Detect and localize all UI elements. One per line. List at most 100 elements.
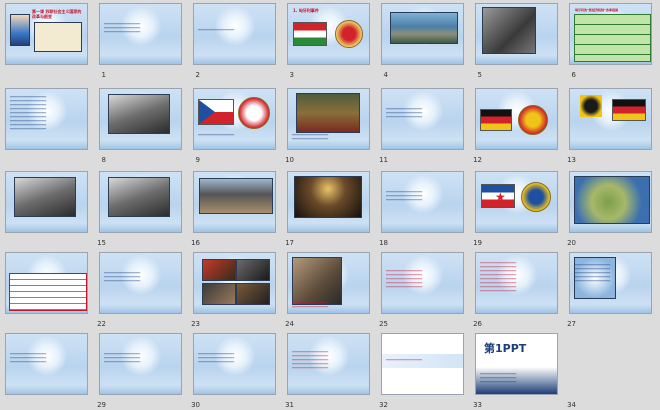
brand-footer-text: ━━━━━━━━━━━━━━━━━━━━ ━━━━━━━━━━━━━━━━━━━… [480, 372, 517, 384]
slide-number: 12 [473, 156, 482, 164]
slide-thumbnail-17[interactable] [193, 171, 276, 233]
slide-number: 3 [289, 71, 294, 79]
slide-thumbnail-19[interactable]: ━━━━━━━━━━━━━━━━━━━━ ━━━━━━━━━━━━━━━━━━━… [381, 171, 464, 233]
bottom-ribbon [570, 140, 651, 149]
slide-heading: 1. 匈牙利事件 [293, 8, 319, 13]
bottom-ribbon [100, 304, 181, 313]
slide-text: ━━━━━━━━━━━━━━━━━━━━ ━━━━━━━━━━━━━━━━━━━… [10, 352, 47, 364]
slide-thumbnail-21[interactable] [569, 171, 652, 233]
slide-thumbnail-12[interactable]: ━━━━━━━━━━━━━━━━━━━━ ━━━━━━━━━━━━━━━━━━━… [381, 88, 464, 150]
czechoslovakia-emblem [238, 97, 270, 129]
bottom-ribbon [382, 55, 463, 64]
gdr-flag [480, 109, 512, 131]
bottom-ribbon [100, 223, 181, 232]
brand-logo: 第1PPT [484, 342, 527, 355]
bottom-ribbon [476, 55, 557, 64]
slide-number: 7 [650, 71, 660, 79]
slide-text: ━━━━━━━━━━━━━━━━━━━━ ━━━━━━━━━━━━━━━━━━━… [104, 22, 141, 34]
people-photo [482, 7, 536, 54]
red-star-icon: ★ [495, 190, 506, 204]
splash-decoration [214, 6, 255, 46]
slide-thumbnail-7[interactable]: 匈牙利的“新经济机制”改革措施 [569, 3, 652, 65]
slide-number: 21 [650, 239, 660, 247]
bottom-ribbon [288, 385, 369, 394]
slide-number: 23 [191, 320, 200, 328]
slide-thumbnail-6[interactable] [475, 3, 558, 65]
bottom-ribbon [194, 304, 275, 313]
collage-photo-2 [236, 259, 270, 281]
slide-thumbnail-30[interactable]: ━━━━━━━━━━━━━━━━━━━━ ━━━━━━━━━━━━━━━━━━━… [99, 333, 182, 395]
slide-thumbnail-32[interactable]: ━━━━━━━━━━━━━━━━━━━━ ━━━━━━━━━━━━━━━━━━━… [287, 333, 370, 395]
slide-thumbnail-31[interactable]: ━━━━━━━━━━━━━━━━━━━━ ━━━━━━━━━━━━━━━━━━━… [193, 333, 276, 395]
bw-photo [108, 177, 170, 217]
slide-sorter: 第一课 苏联社会主义国家的改革与剧变 1 ━━━━━━━━━━━━━━━━━━━━ … [0, 0, 660, 410]
bottom-ribbon [100, 55, 181, 64]
slide-thumbnail-14[interactable] [569, 88, 652, 150]
slide-thumbnail-24[interactable] [193, 252, 276, 314]
bottom-ribbon [194, 385, 275, 394]
slide-number: 24 [285, 320, 294, 328]
yugoslavia-emblem [521, 182, 551, 212]
slide-title: 第一课 苏联社会主义国家的改革与剧变 [32, 9, 82, 19]
map-image [34, 22, 82, 52]
bottom-ribbon [100, 140, 181, 149]
slide-number: 32 [379, 401, 388, 409]
city-photo [390, 12, 458, 44]
slide-number: 10 [285, 156, 294, 164]
hungary-flag [293, 22, 327, 46]
slide-thumbnail-33[interactable]: ━━━━━━━━━━━━━━━━━━━━ [381, 333, 464, 395]
slide-thumbnail-3[interactable]: ━━━━━━━━━━━━━━━━━━━━ [193, 3, 276, 65]
caption: ━━━━━━━━━━━━━━━━━━━━ [198, 133, 235, 137]
slide-number: 19 [473, 239, 482, 247]
slide-thumbnail-13[interactable] [475, 88, 558, 150]
slide-thumbnail-5[interactable] [381, 3, 464, 65]
slide-number: 11 [379, 156, 388, 164]
slide-thumbnail-26[interactable]: ━━━━━━━━━━━━━━━━━━━━ ━━━━━━━━━━━━━━━━━━━… [381, 252, 464, 314]
slide-number: 2 [195, 71, 200, 79]
bw-photo [14, 177, 76, 217]
slide-thumbnail-25[interactable]: ━━━━━━━━━━━━━━━━━━━━ ━━━━━━━━━━━━━━━━━━━… [287, 252, 370, 314]
slide-thumbnail-4[interactable]: 1. 匈牙利事件 [287, 3, 370, 65]
summary-list: ━━━━━━━━━━━━━━━━━━━━ ━━━━━━━━━━━━━━━━━━━… [480, 261, 517, 293]
slide-text: ━━━━━━━━━━━━━━━━━━━━ [198, 28, 235, 32]
slide-number: 4 [383, 71, 388, 79]
slide-thumbnail-20[interactable]: ★ [475, 171, 558, 233]
slide-thumbnail-10[interactable]: ━━━━━━━━━━━━━━━━━━━━ [193, 88, 276, 150]
slide-number: 20 [567, 239, 576, 247]
bottom-ribbon [476, 304, 557, 313]
collage-photo-4 [236, 283, 270, 305]
slide-thumbnail-22[interactable] [5, 252, 88, 314]
slide-thumbnail-2[interactable]: ━━━━━━━━━━━━━━━━━━━━ ━━━━━━━━━━━━━━━━━━━… [99, 3, 182, 65]
speaker-photo [292, 257, 342, 305]
slide-thumbnail-9[interactable] [99, 88, 182, 150]
bottom-ribbon [570, 223, 651, 232]
slide-thumbnail-28[interactable]: ━━━━━━━━━━━━━━━━━━━━ ━━━━━━━━━━━━━━━━━━━… [569, 252, 652, 314]
slide-number: 1 [101, 71, 106, 79]
bottom-ribbon [476, 140, 557, 149]
slide-text: ━━━━━━━━━━━━━━━━━━━━ ━━━━━━━━━━━━━━━━━━━… [386, 269, 423, 289]
slide-number: 25 [379, 320, 388, 328]
bottom-ribbon [194, 223, 275, 232]
yugoslavia-flag: ★ [481, 184, 515, 208]
slide-thumbnail-27[interactable]: ━━━━━━━━━━━━━━━━━━━━ ━━━━━━━━━━━━━━━━━━━… [475, 252, 558, 314]
slide-thumbnail-23[interactable]: ━━━━━━━━━━━━━━━━━━━━ ━━━━━━━━━━━━━━━━━━━… [99, 252, 182, 314]
reform-table [574, 14, 651, 62]
caption: ━━━━━━━━━━━━━━━━━━━━ ━━━━━━━━━━━━━━━━━━━… [292, 133, 329, 141]
slide-thumbnail-18[interactable] [287, 171, 370, 233]
bottom-ribbon [288, 223, 369, 232]
slide-thumbnail-15[interactable] [5, 171, 88, 233]
slide-thumbnail-1[interactable]: 第一课 苏联社会主义国家的改革与剧变 [5, 3, 88, 65]
slide-number: 31 [285, 401, 294, 409]
slide-number: 8 [101, 156, 106, 164]
slide-thumbnail-16[interactable] [99, 171, 182, 233]
germany-flag [612, 99, 646, 121]
slide-thumbnail-29[interactable]: ━━━━━━━━━━━━━━━━━━━━ ━━━━━━━━━━━━━━━━━━━… [5, 333, 88, 395]
slide-thumbnail-34[interactable]: 第1PPT ━━━━━━━━━━━━━━━━━━━━ ━━━━━━━━━━━━━━… [475, 333, 558, 395]
flag-triangle [199, 100, 215, 124]
slide-number: 22 [97, 320, 106, 328]
slide-thumbnail-11[interactable]: ━━━━━━━━━━━━━━━━━━━━ ━━━━━━━━━━━━━━━━━━━… [287, 88, 370, 150]
bottom-ribbon [194, 55, 275, 64]
ad-text: ━━━━━━━━━━━━━━━━━━━━ [386, 358, 423, 362]
berlin-wall-photo [199, 178, 273, 214]
slide-thumbnail-8[interactable]: ━━━━━━━━━━━━━━━━━━━━ ━━━━━━━━━━━━━━━━━━━… [5, 88, 88, 150]
